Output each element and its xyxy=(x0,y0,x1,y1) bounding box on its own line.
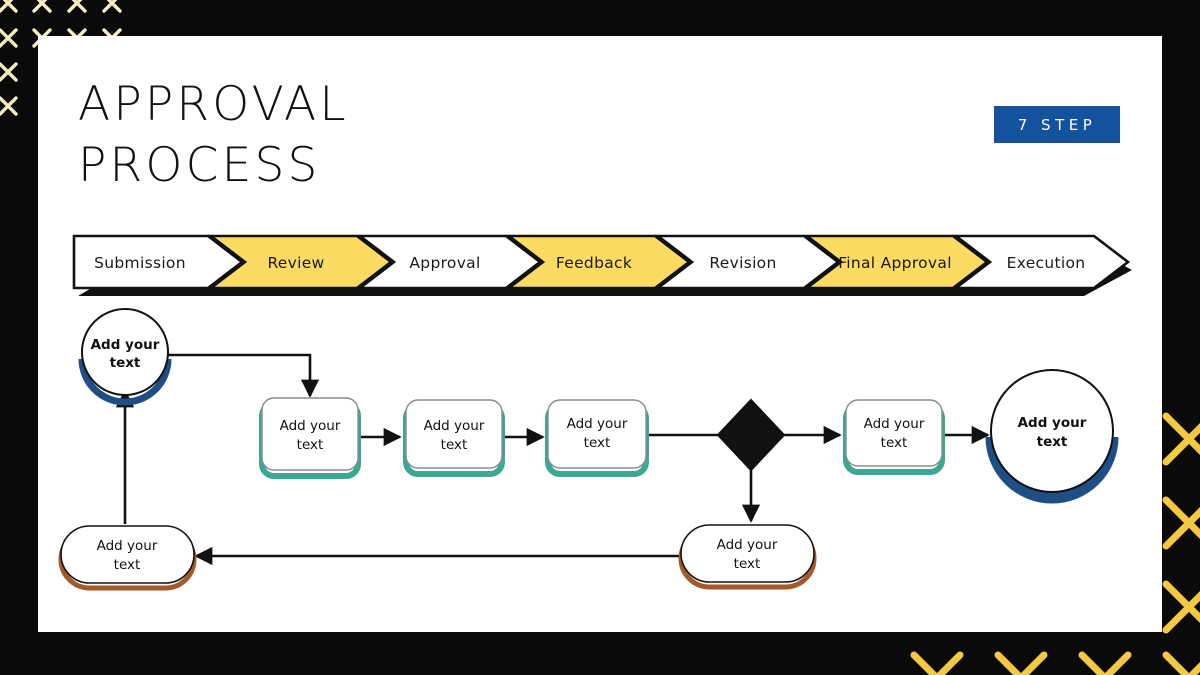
connector-start-to-p1 xyxy=(168,353,320,398)
flow-node-return-left-line1: Add your xyxy=(97,538,158,554)
flow-node-end[interactable]: Add your text xyxy=(985,369,1119,504)
flow-node-start[interactable]: Add your text xyxy=(78,308,172,406)
flow-node-process-3[interactable]: Add your text xyxy=(545,399,649,477)
flow-node-end-line1: Add your xyxy=(1018,415,1087,431)
flow-node-process-2-line1: Add your xyxy=(424,418,485,434)
flow-node-process-4[interactable]: Add your text xyxy=(843,399,945,475)
slide-canvas: APPROVAL PROCESS 7 STEP Submission Revie… xyxy=(0,0,1200,675)
flow-node-process-1-line2: text xyxy=(297,437,324,453)
flow-node-process-4-line1: Add your xyxy=(864,416,925,432)
flow-node-process-1-line1: Add your xyxy=(280,418,341,434)
flow-node-decision[interactable] xyxy=(716,398,786,472)
flow-node-return-left-line2: text xyxy=(114,557,141,573)
flow-node-process-3-line1: Add your xyxy=(567,416,628,432)
flow-node-return-right[interactable]: Add your text xyxy=(678,524,817,590)
flow-node-process-1[interactable]: Add your text xyxy=(259,397,361,479)
flow-node-process-3-line2: text xyxy=(584,435,611,451)
flow-node-process-2[interactable]: Add your text xyxy=(403,399,505,477)
flow-node-process-2-line2: text xyxy=(441,437,468,453)
flow-node-end-line2: text xyxy=(1037,434,1068,450)
flow-node-process-4-line2: text xyxy=(881,435,908,451)
flow-node-start-line2: text xyxy=(110,355,141,371)
flow-node-start-line1: Add your xyxy=(91,337,160,353)
flowchart: Add your text Add your text Add your tex… xyxy=(0,0,1200,675)
flow-node-return-right-line2: text xyxy=(734,556,761,572)
flow-node-return-left[interactable]: Add your text xyxy=(58,525,197,591)
flow-node-return-right-line1: Add your xyxy=(717,537,778,553)
